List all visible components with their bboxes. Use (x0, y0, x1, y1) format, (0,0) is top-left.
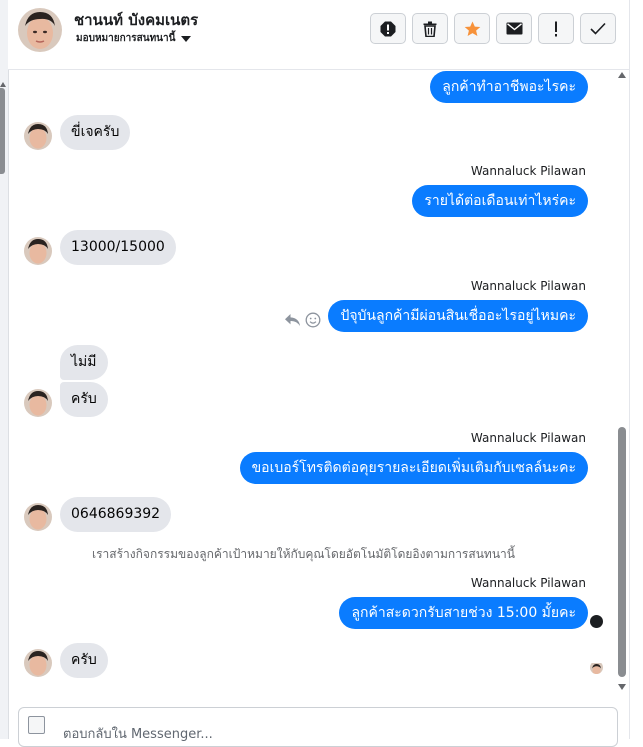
sender-name: Wannaluck Pilawan (470, 279, 586, 293)
left-panel-edge (0, 0, 9, 739)
scroll-up-arrow-icon[interactable] (618, 72, 626, 78)
scroll-thumb[interactable] (618, 427, 626, 677)
incoming-message[interactable]: 13000/15000 (60, 230, 176, 265)
system-notice: เราสร้างกิจกรรมของลูกค้าเป้าหมายให้กับคุ… (92, 547, 515, 561)
exclamation-icon (555, 21, 557, 36)
mark-unread-button[interactable] (496, 13, 532, 44)
contact-avatar-small (24, 503, 52, 531)
broken-image-icon (28, 716, 45, 734)
incoming-message[interactable]: ขี่เจครับ (60, 115, 131, 150)
reply-composer[interactable]: ตอบกลับใน Messenger... (18, 707, 618, 747)
contact-name[interactable]: ชานนท์ บังคมเนตร (74, 8, 198, 32)
sender-name: Wannaluck Pilawan (470, 164, 586, 178)
emoji-react-icon[interactable] (305, 312, 321, 328)
incoming-message[interactable]: 0646869392 (60, 497, 172, 532)
envelope-icon (506, 22, 522, 35)
left-scroll-thumb[interactable] (0, 88, 5, 174)
assign-label: มอบหมายการสนทนานี้ (76, 33, 176, 44)
contact-avatar[interactable] (18, 8, 62, 52)
right-panel-edge (629, 0, 643, 739)
scroll-down-arrow-icon[interactable] (618, 684, 626, 690)
sender-name: Wannaluck Pilawan (470, 576, 586, 590)
message-actions (284, 312, 321, 328)
contact-avatar-small (24, 389, 52, 417)
thread-scrollbar[interactable] (614, 72, 628, 696)
outgoing-message[interactable]: ปัจุบันลูกค้ามีผ่อนสินเชื่ออะไรอยู่ไหมคะ (328, 300, 588, 332)
outgoing-message[interactable]: ลูกค้าทำอาชีพอะไรคะ (430, 71, 588, 103)
contact-avatar-small (24, 237, 52, 265)
assign-conversation-dropdown[interactable]: มอบหมายการสนทนานี้ (76, 31, 192, 46)
caret-down-icon (181, 35, 192, 42)
checkmark-icon (590, 22, 606, 35)
incoming-message[interactable]: ครับ (60, 643, 108, 678)
incoming-message[interactable]: ไม่มี (60, 345, 108, 380)
star-icon (464, 21, 480, 36)
reply-input-placeholder[interactable]: ตอบกลับใน Messenger... (63, 723, 213, 744)
follow-up-button[interactable] (538, 13, 574, 44)
left-scroll-arrow-icon[interactable] (0, 82, 6, 87)
incoming-message[interactable]: ครับ (60, 382, 108, 417)
octagon-alert-icon (380, 21, 396, 36)
outgoing-message[interactable]: ขอเบอร์โทรติดต่อคุยรายละเอียดเพิ่มเติมกั… (239, 452, 588, 484)
report-spam-button[interactable] (370, 13, 406, 44)
outgoing-message[interactable]: รายได้ต่อเดือนเท่าไหร่คะ (412, 185, 588, 217)
delete-button[interactable] (412, 13, 448, 44)
trash-icon (423, 21, 437, 37)
contact-avatar-small (24, 122, 52, 150)
seen-by-avatar (590, 661, 603, 674)
delivered-indicator-icon (590, 615, 603, 628)
conversation-header: ชานนท์ บังคมเนตร มอบหมายการสนทนานี้ (8, 0, 629, 70)
mark-done-button[interactable] (580, 13, 616, 44)
contact-avatar-small (24, 649, 52, 677)
outgoing-message[interactable]: ลูกค้าสะดวกรับสายช่วง 15:00 มั้ยคะ (339, 597, 588, 629)
star-button[interactable] (454, 13, 490, 44)
reply-icon[interactable] (284, 313, 301, 327)
sender-name: Wannaluck Pilawan (470, 431, 586, 445)
conversation-toolbar (370, 13, 616, 44)
